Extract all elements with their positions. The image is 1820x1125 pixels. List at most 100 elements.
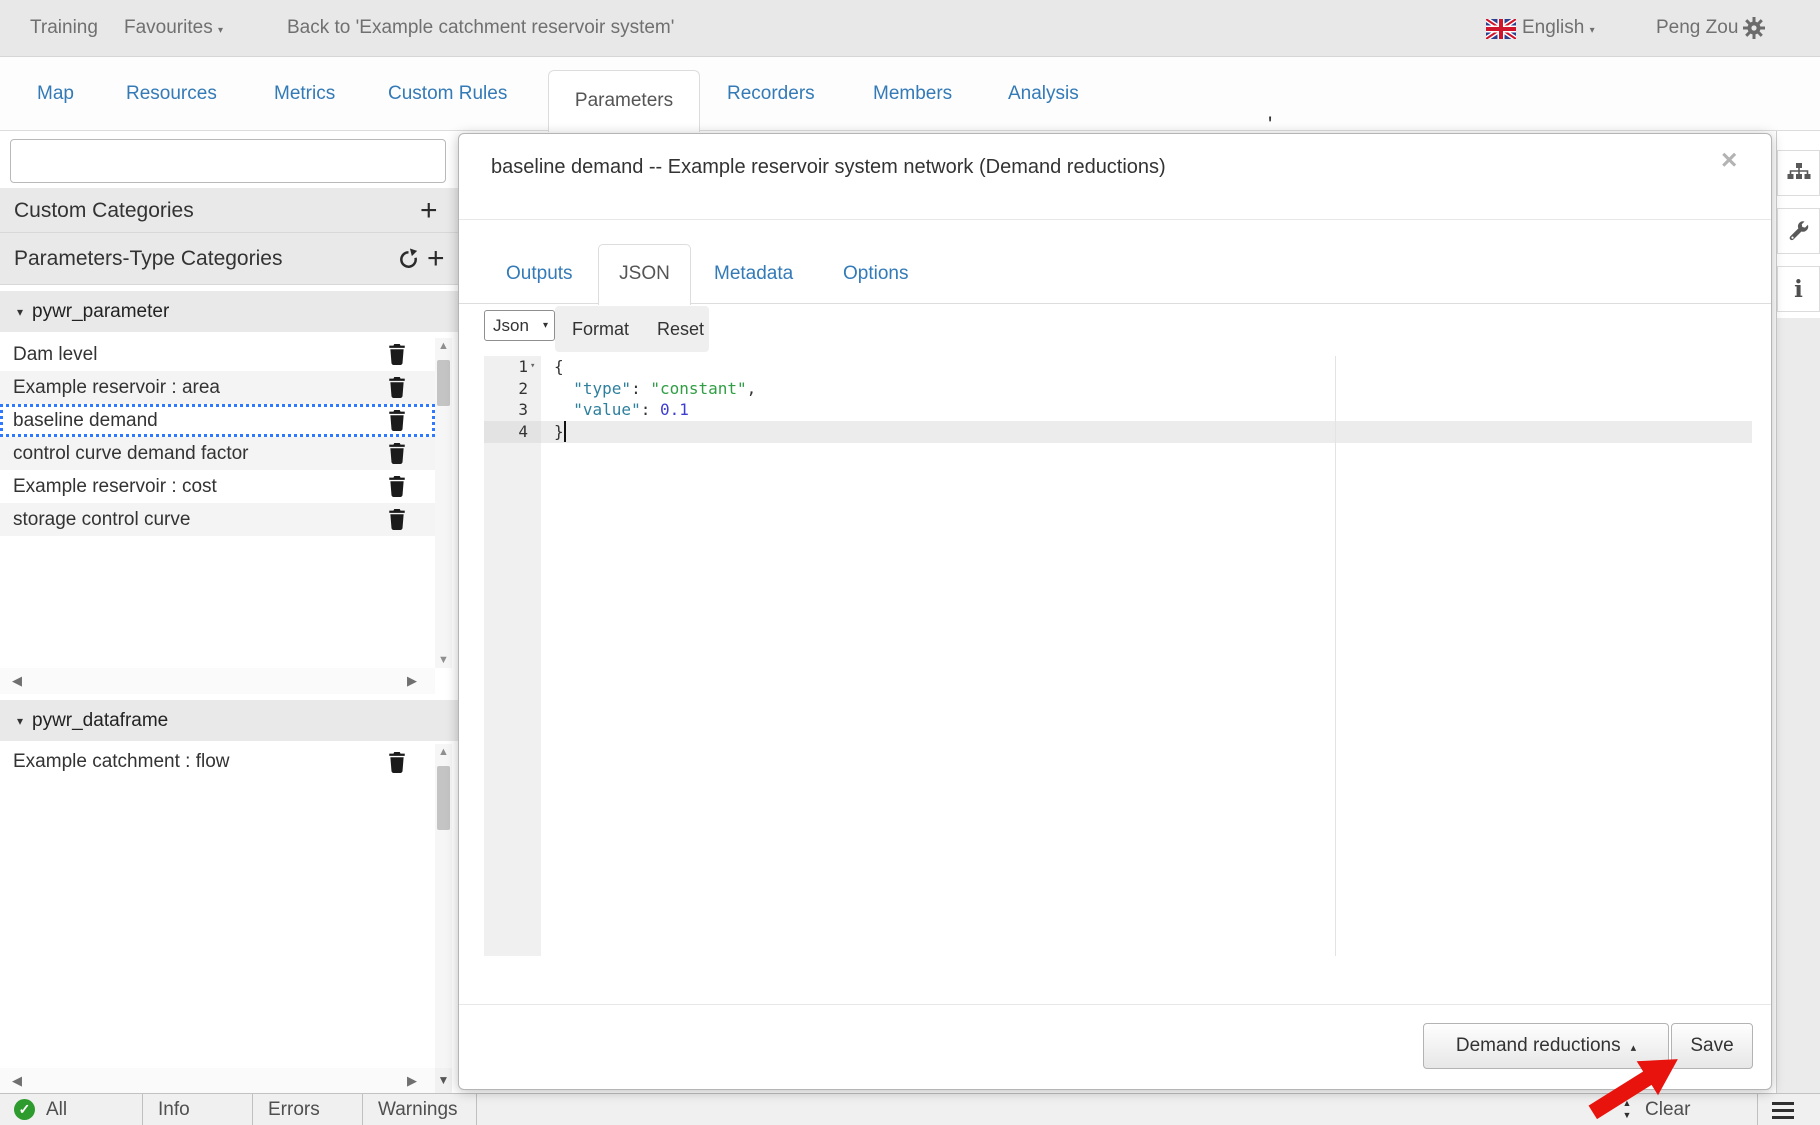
panel-tab-outputs[interactable]: Outputs [506, 244, 573, 304]
divider [252, 1094, 253, 1125]
filter-errors[interactable]: Errors [268, 1094, 320, 1125]
trash-icon[interactable] [388, 443, 406, 464]
panel-tab-options[interactable]: Options [843, 244, 908, 304]
nav-brand[interactable]: Training [30, 0, 98, 56]
list-item-label: baseline demand [13, 410, 158, 431]
uk-flag-icon [1486, 19, 1516, 39]
tab-members[interactable]: Members [873, 57, 952, 131]
list-item-label: Example reservoir : cost [13, 476, 217, 497]
gear-icon[interactable] [1742, 16, 1766, 40]
nav-favourites-label: Favourites [124, 17, 213, 38]
list2-vertical-scrollbar[interactable]: ▲ [435, 744, 452, 1068]
group-pywr-dataframe[interactable]: ▾ pywr_dataframe [0, 700, 458, 741]
chevron-down-icon: ▾ [543, 320, 548, 331]
stray-mark: ' [1268, 112, 1272, 138]
tab-resources[interactable]: Resources [126, 57, 217, 131]
language-selector[interactable]: English ▾ [1522, 0, 1595, 59]
list1-horizontal-scrollbar[interactable]: ◀ ▶ [0, 668, 435, 694]
list-item-label: Dam level [13, 344, 97, 365]
collapse-caret-icon: ▾ [17, 714, 23, 728]
code-line-2: "type": "constant", [554, 378, 756, 400]
list-item-control-curve-demand-factor[interactable]: control curve demand factor [0, 437, 435, 470]
add-custom-category-button[interactable]: + [420, 196, 438, 226]
divider [476, 1094, 477, 1125]
nav-favourites[interactable]: Favourites ▾ [124, 0, 223, 59]
code-token: : [641, 400, 660, 419]
trash-icon[interactable] [388, 476, 406, 497]
list-item-label: Example reservoir : area [13, 377, 220, 398]
right-toolbar: i [1776, 57, 1820, 1093]
scroll-left-icon[interactable]: ◀ [12, 668, 22, 694]
fold-caret-icon[interactable]: ▾ [530, 361, 535, 371]
editor-mode-select[interactable]: Json ▾ [484, 310, 555, 341]
filter-warnings[interactable]: Warnings [378, 1094, 458, 1125]
reset-button[interactable]: Reset [657, 306, 704, 352]
list-item-label: control curve demand factor [13, 443, 249, 464]
log-menu-icon[interactable] [1772, 1102, 1794, 1123]
editor-gutter: 1 2 3 4 ▾ [484, 356, 541, 956]
tab-parameters[interactable]: Parameters [548, 70, 700, 132]
scroll-right-icon[interactable]: ▶ [407, 1068, 417, 1093]
trash-icon[interactable] [388, 377, 406, 398]
chevron-down-icon: ▾ [1590, 25, 1595, 36]
divider [142, 1094, 143, 1125]
user-menu[interactable]: Peng Zou [1656, 0, 1738, 56]
print-margin-line [1335, 356, 1336, 956]
list-item-reservoir-area[interactable]: Example reservoir : area [0, 371, 435, 404]
scrollbar-thumb[interactable] [437, 360, 450, 406]
add-type-category-button[interactable]: + [427, 244, 445, 274]
filter-info[interactable]: Info [158, 1094, 190, 1125]
tab-custom-rules[interactable]: Custom Rules [388, 57, 507, 131]
list-item-dam-level[interactable]: Dam level [0, 338, 435, 371]
parameter-detail-panel: baseline demand -- Example reservoir sys… [458, 133, 1772, 1090]
scroll-right-icon[interactable]: ▶ [407, 668, 417, 694]
info-button[interactable]: i [1777, 266, 1820, 312]
scrollbar-thumb[interactable] [437, 766, 450, 830]
nav-back-link[interactable]: Back to 'Example catchment reservoir sys… [287, 0, 674, 56]
info-icon: i [1794, 276, 1803, 303]
tab-map[interactable]: Map [37, 57, 74, 131]
type-categories-header: Parameters-Type Categories + [0, 233, 458, 285]
code-token: "value" [573, 400, 640, 419]
line-number: 4 [484, 421, 528, 443]
editor-mode-value: Json [493, 311, 529, 340]
filter-all[interactable]: All [46, 1094, 67, 1125]
tab-metrics[interactable]: Metrics [274, 57, 335, 131]
json-code-editor[interactable]: 1 2 3 4 ▾ { "type": "constant", "value":… [484, 356, 1752, 956]
scroll-up-icon[interactable]: ▲ [435, 746, 452, 758]
check-icon: ✓ [14, 1099, 35, 1120]
code-content: { "type": "constant", "value": 0.1 } [554, 356, 756, 442]
list-item-catchment-flow[interactable]: Example catchment : flow [0, 744, 435, 780]
list-item-reservoir-cost[interactable]: Example reservoir : cost [0, 470, 435, 503]
list2-horizontal-scrollbar[interactable]: ◀ ▶ [0, 1068, 435, 1093]
list1-vertical-scrollbar[interactable]: ▲ ▼ [435, 338, 452, 668]
trash-icon[interactable] [388, 410, 406, 431]
format-button[interactable]: Format [572, 306, 629, 352]
group-pywr-parameter[interactable]: ▾ pywr_parameter [0, 291, 458, 332]
code-token: } [554, 422, 564, 441]
network-tree-button[interactable] [1777, 150, 1820, 196]
list-item-storage-control-curve[interactable]: storage control curve [0, 503, 435, 536]
line-number: 2 [484, 378, 528, 400]
tab-analysis[interactable]: Analysis [1008, 57, 1079, 131]
scroll-down-icon[interactable]: ▼ [435, 654, 452, 666]
list-item-baseline-demand[interactable]: baseline demand [0, 404, 435, 437]
panel-tab-json[interactable]: JSON [598, 244, 691, 305]
refresh-icon[interactable] [397, 248, 420, 271]
panel-tab-metadata[interactable]: Metadata [714, 244, 793, 304]
settings-button[interactable] [1777, 208, 1820, 254]
scroll-left-icon[interactable]: ◀ [12, 1068, 22, 1093]
close-icon[interactable]: × [1721, 146, 1737, 174]
search-input[interactable] [10, 139, 446, 183]
trash-icon[interactable] [388, 752, 406, 773]
wrench-icon [1788, 220, 1810, 242]
scroll-up-icon[interactable]: ▲ [435, 340, 452, 352]
scroll-down-icon[interactable]: ▼ [435, 1068, 452, 1093]
divider [459, 1004, 1771, 1005]
trash-icon[interactable] [388, 344, 406, 365]
tab-recorders[interactable]: Recorders [727, 57, 815, 131]
panel-tab-bar: Outputs JSON Metadata Options [459, 244, 1771, 304]
code-token: 0.1 [660, 400, 689, 419]
trash-icon[interactable] [388, 509, 406, 530]
code-token: "constant" [650, 379, 746, 398]
